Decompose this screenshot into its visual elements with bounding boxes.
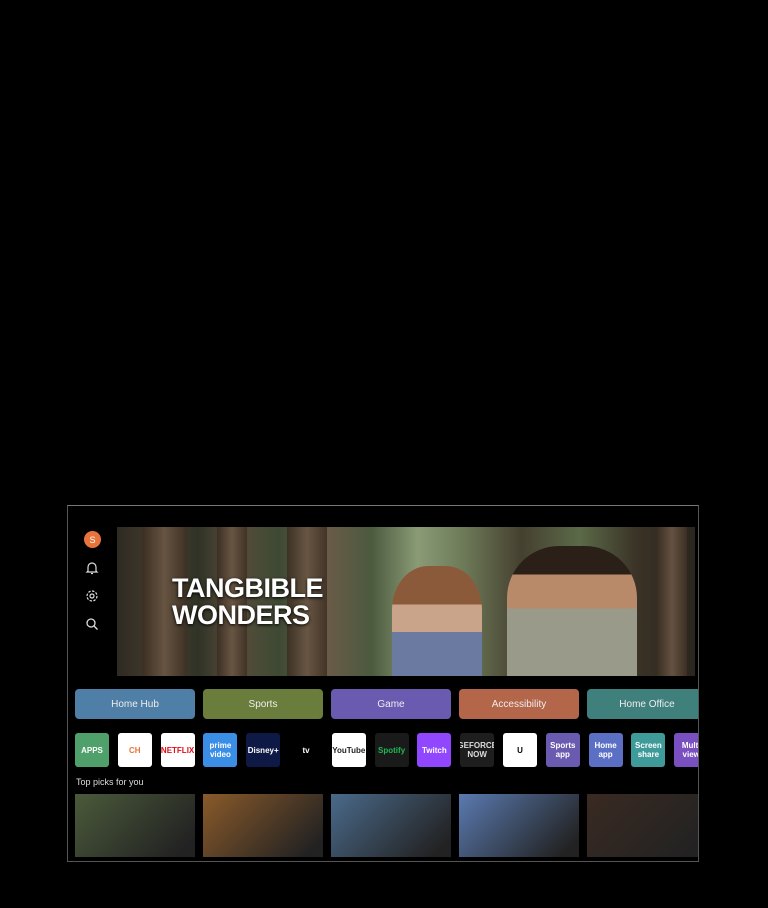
app-ch[interactable]: CH bbox=[117, 733, 152, 767]
top-pick-thumbnail[interactable] bbox=[331, 794, 451, 857]
app-u[interactable]: U bbox=[503, 733, 537, 767]
category-game[interactable]: Game bbox=[331, 689, 451, 719]
top-pick-thumbnail[interactable] bbox=[75, 794, 195, 857]
app-geforce-now[interactable]: GEFORCE NOW bbox=[460, 733, 495, 767]
gear-icon[interactable] bbox=[82, 586, 102, 606]
app-sports-app[interactable]: Sports app bbox=[545, 733, 580, 767]
app-twitch[interactable]: Twitch bbox=[417, 733, 452, 767]
app-netflix[interactable]: NETFLIX bbox=[160, 733, 195, 767]
top-pick-thumbnail[interactable] bbox=[459, 794, 579, 857]
hero-title: TANGBIBLE WONDERS bbox=[172, 573, 324, 630]
top-pick-thumbnail[interactable] bbox=[203, 794, 323, 857]
hero-banner[interactable]: TANGBIBLE WONDERS bbox=[117, 527, 695, 676]
app-tv[interactable]: tv bbox=[289, 733, 323, 767]
top-picks-label: Top picks for you bbox=[76, 777, 144, 787]
tv-home-screen: S TANGBIBLE WONDERS Top picks for you Hom… bbox=[67, 505, 699, 862]
app-home-app[interactable]: Home app bbox=[588, 733, 623, 767]
category-accessibility[interactable]: Accessibility bbox=[459, 689, 579, 719]
category-home-office[interactable]: Home Office bbox=[587, 689, 698, 719]
app-apps[interactable]: APPS bbox=[75, 733, 109, 767]
search-icon[interactable] bbox=[82, 614, 102, 634]
category-home-hub[interactable]: Home Hub bbox=[75, 689, 195, 719]
app-multi-view[interactable]: Multi view bbox=[674, 733, 698, 767]
bell-icon[interactable] bbox=[82, 558, 102, 578]
top-pick-thumbnail[interactable] bbox=[587, 794, 698, 857]
app-disney-[interactable]: Disney+ bbox=[246, 733, 281, 767]
app-prime-video[interactable]: prime video bbox=[203, 733, 238, 767]
app-screen-share[interactable]: Screen share bbox=[631, 733, 666, 767]
app-youtube[interactable]: YouTube bbox=[331, 733, 366, 767]
app-spotify[interactable]: Spotify bbox=[374, 733, 409, 767]
category-sports[interactable]: Sports bbox=[203, 689, 323, 719]
profile-avatar[interactable]: S bbox=[84, 531, 101, 548]
